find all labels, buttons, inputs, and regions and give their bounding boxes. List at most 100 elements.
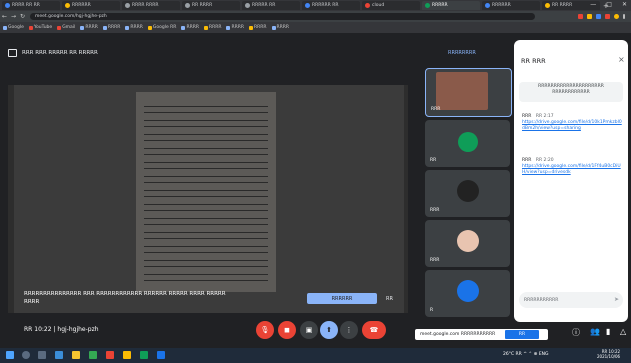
back-icon[interactable]: ←	[0, 13, 9, 20]
caption-dismiss-button[interactable]: RR	[386, 296, 393, 302]
search-icon[interactable]	[22, 351, 30, 359]
info-icon[interactable]: ⓘ	[572, 327, 580, 338]
present-screen-icon	[8, 49, 17, 57]
participant-video	[436, 72, 488, 110]
bookmark-icon	[181, 25, 186, 30]
chat-panel: RR RRR × RRRRRRRRRRRRRRRRRRRRR RRRRRRRRR…	[514, 40, 628, 322]
taskbar-clock[interactable]: RR 10:22 2021/10/06	[597, 349, 620, 359]
bookmark-icon	[226, 25, 231, 30]
send-icon[interactable]: ➤	[614, 296, 619, 303]
message-time: RR 2:20	[535, 158, 554, 163]
bookmark-item[interactable]: RRRR	[226, 25, 244, 30]
caption-action-button[interactable]: RRRRRR	[307, 293, 377, 304]
people-icon[interactable]: 👥	[590, 327, 600, 336]
bookmark-item[interactable]: RRRR	[80, 25, 98, 30]
stop-presenting-link[interactable]: RRRRRRRR	[448, 50, 476, 56]
edge-icon[interactable]	[55, 351, 63, 359]
app-icon[interactable]	[157, 351, 165, 359]
music-staff	[144, 134, 268, 141]
bookmark-icon	[3, 25, 7, 30]
extension-icon[interactable]	[605, 14, 610, 19]
menu-kebab-icon[interactable]	[623, 14, 625, 19]
browser-tab[interactable]: RRRRRR	[62, 1, 120, 10]
app-icon[interactable]	[106, 351, 114, 359]
music-staff	[144, 162, 268, 169]
bookmark-icon	[248, 25, 253, 30]
forward-icon[interactable]: →	[9, 13, 18, 20]
presentation-title: RRR RRR RRRRR RR RRRRR	[22, 50, 98, 56]
close-icon[interactable]: ×	[618, 55, 625, 64]
participant-tile[interactable]: RR	[425, 120, 510, 167]
extension-icon[interactable]	[596, 14, 601, 19]
participant-tile[interactable]: RRR	[425, 220, 510, 267]
leave-call-button[interactable]: ☎	[362, 321, 386, 339]
system-tray[interactable]: 26°C RR ^ ⌃ ⊕ ENG	[503, 352, 549, 357]
participant-avatar	[457, 280, 479, 302]
music-staff	[144, 232, 268, 239]
browser-tab[interactable]: RR RRRR	[182, 1, 240, 10]
camera-off-button[interactable]: ◼	[278, 321, 296, 339]
bookmark-icon	[147, 25, 152, 30]
mic-off-button[interactable]: 🎙	[256, 321, 274, 339]
music-staff	[144, 120, 268, 127]
bookmark-item[interactable]: RRRR	[271, 25, 289, 30]
minimize-button[interactable]: —	[590, 1, 596, 8]
caption-text: RRRRRRRRRRRRRRR RRR RRRRRRRRRRRR RRRRRR …	[24, 291, 226, 305]
tab-favicon-icon	[185, 3, 190, 8]
bookmark-item[interactable]: RRRR	[125, 25, 143, 30]
task-view-icon[interactable]	[38, 351, 46, 359]
chat-icon[interactable]: ▮	[606, 327, 610, 336]
bookmark-icon	[57, 25, 62, 30]
message-sender: RRR	[522, 158, 532, 163]
tab-favicon-icon	[485, 3, 490, 8]
chat-title: RR RRR	[521, 57, 546, 65]
maximize-button[interactable]: □	[606, 1, 612, 8]
address-bar[interactable]: meet.google.com/hgj-hgjhe-pzh	[30, 13, 535, 20]
bookmark-item[interactable]: YouTube	[28, 25, 52, 30]
browser-tab[interactable]: RRRR RR RR	[2, 1, 60, 10]
activities-icon[interactable]: △	[620, 327, 626, 336]
message-sender: RRR	[522, 114, 532, 119]
window-controls: — □ ✕	[590, 1, 627, 8]
reload-icon[interactable]: ↻	[18, 13, 27, 20]
bookmark-icon	[203, 25, 208, 30]
participant-tile[interactable]: RRR	[425, 170, 510, 217]
extension-icon[interactable]	[578, 14, 583, 19]
bookmark-item[interactable]: Gmail	[57, 25, 75, 30]
participant-tile[interactable]: RRR	[425, 68, 512, 117]
close-window-button[interactable]: ✕	[622, 1, 627, 8]
bookmark-item[interactable]: RRRR	[248, 25, 267, 30]
bookmark-item[interactable]: RRRR	[102, 25, 120, 30]
chat-message: RRR RR 2:20 https://drive.google.com/fil…	[522, 158, 622, 176]
message-link[interactable]: https://drive.google.com/file/d/10k1Pmkz…	[522, 120, 622, 132]
app-icon[interactable]	[123, 351, 131, 359]
tab-favicon-icon	[305, 3, 310, 8]
bookmarks-bar: Google YouTube Gmail RRRR RRRR RRRR Goog…	[0, 22, 631, 33]
tab-favicon-icon	[425, 3, 430, 8]
tab-favicon-icon	[5, 3, 10, 8]
message-link[interactable]: https://drive.google.com/file/d/1Ff4uB0c…	[522, 164, 622, 176]
browser-tab[interactable]: RRRR RRRR	[122, 1, 180, 10]
browser-tab[interactable]: cloud	[362, 1, 420, 10]
music-staff	[144, 190, 268, 197]
browser-tab[interactable]: RRRRRR RR	[302, 1, 360, 10]
browser-tab-active[interactable]: RRRRR	[422, 1, 480, 10]
captions-button[interactable]: ▣	[300, 321, 318, 339]
chrome-icon[interactable]	[89, 351, 97, 359]
present-button[interactable]: ⬆	[320, 321, 338, 339]
bookmark-item[interactable]: RRRR	[203, 25, 221, 30]
start-icon[interactable]	[6, 351, 14, 359]
notification-action-button[interactable]: RR	[505, 330, 539, 339]
bookmark-item[interactable]: Google	[3, 25, 24, 30]
bookmark-item[interactable]: Google RR	[147, 25, 176, 30]
participant-tile[interactable]: R	[425, 270, 510, 317]
file-explorer-icon[interactable]	[72, 351, 80, 359]
extension-icon[interactable]	[587, 14, 592, 19]
profile-avatar[interactable]	[614, 14, 619, 19]
more-options-button[interactable]: ⋮	[340, 321, 358, 339]
browser-tab[interactable]: RRRRRR	[482, 1, 540, 10]
presentation-header: RRR RRR RRRRR RR RRRRR	[8, 46, 418, 60]
bookmark-item[interactable]: RRRR	[181, 25, 199, 30]
app-icon[interactable]	[140, 351, 148, 359]
browser-tab[interactable]: RRRRR RR	[242, 1, 300, 10]
